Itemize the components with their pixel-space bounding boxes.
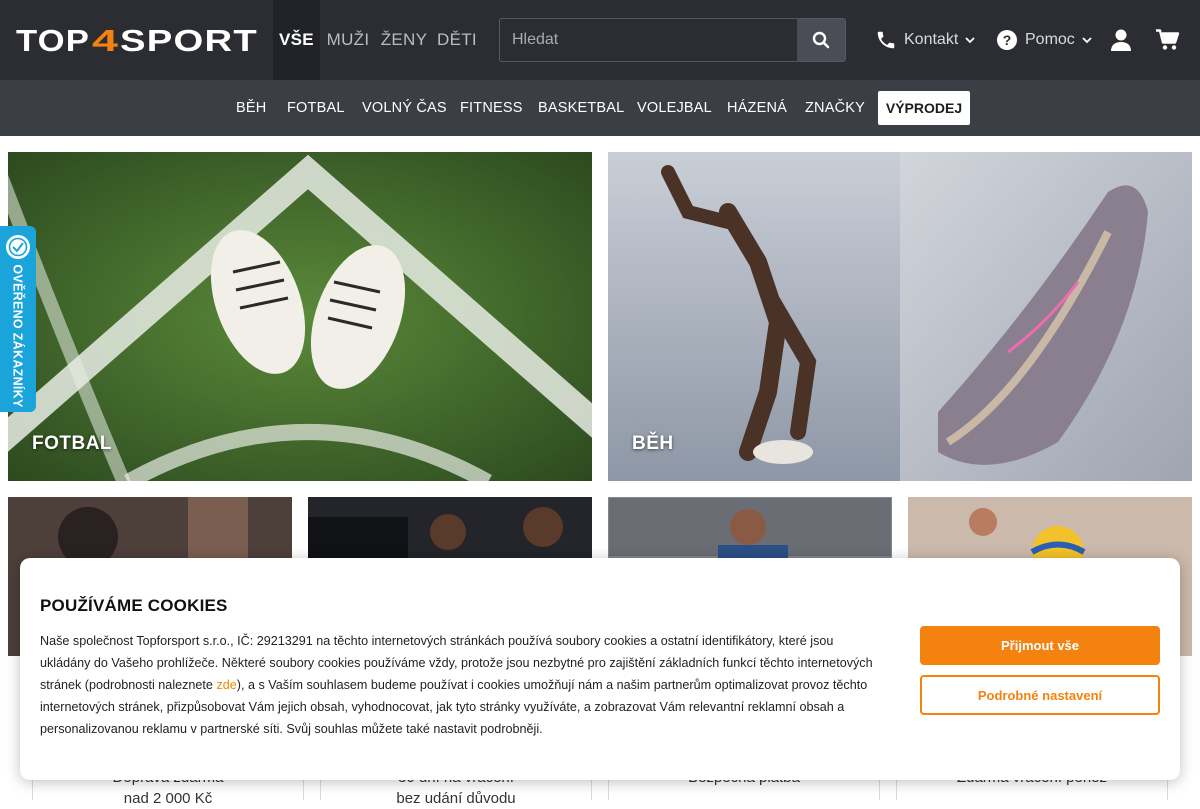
running-image (608, 152, 1192, 481)
nav-item-leisure[interactable]: VOLNÝ ČAS (362, 80, 447, 136)
search-input[interactable] (500, 19, 798, 61)
cart-button[interactable] (1156, 0, 1180, 80)
nav-item-sale[interactable]: VÝPRODEJ (878, 91, 970, 125)
gender-tab-women[interactable]: ŽENY (380, 0, 428, 80)
heureka-icon (6, 235, 30, 259)
gender-tab-men[interactable]: MUŽI (324, 0, 372, 80)
benefit-line: nad 2 000 Kč (123, 790, 213, 807)
svg-text:SPORT: SPORT (120, 25, 258, 55)
top4sport-logo[interactable]: TOP 4 SPORT (16, 25, 258, 55)
top-header: TOP 4 SPORT VŠE MUŽI ŽENY DĚTI Kontakt ?… (0, 0, 1200, 80)
contact-label: Kontakt (904, 31, 959, 48)
nav-item-brands[interactable]: ZNAČKY (805, 80, 865, 136)
chevron-down-icon (1082, 36, 1092, 43)
nav-item-football[interactable]: FOTBAL (287, 80, 345, 136)
accept-all-button[interactable]: Přijmout vše (920, 626, 1160, 665)
search-icon (812, 31, 830, 49)
user-icon (1111, 29, 1131, 51)
search-button[interactable] (797, 19, 845, 61)
help-menu[interactable]: ? Pomoc (997, 0, 1092, 80)
gender-tab-kids[interactable]: DĚTI (436, 0, 478, 80)
contact-menu[interactable]: Kontakt (875, 0, 975, 80)
verified-customers-badge[interactable]: OVĚŘENO ZÁKAZNÍKY (0, 226, 36, 412)
help-icon: ? (997, 30, 1017, 50)
account-button[interactable] (1111, 0, 1131, 80)
chevron-down-icon (965, 36, 975, 43)
phone-icon (877, 31, 895, 49)
detailed-settings-button[interactable]: Podrobné nastavení (920, 675, 1160, 715)
nav-item-fitness[interactable]: FITNESS (460, 80, 523, 136)
benefit-line: bez udání důvodu (396, 790, 516, 807)
tile-label-running: BĚH (632, 433, 674, 454)
football-boots-image (8, 152, 592, 481)
nav-item-handball[interactable]: HÁZENÁ (727, 80, 787, 136)
cookie-title: POUŽÍVÁME COOKIES (40, 596, 228, 615)
svg-text:4: 4 (92, 25, 119, 55)
cookie-details-link[interactable]: zde (216, 678, 236, 692)
nav-item-basketball[interactable]: BASKETBAL (538, 80, 624, 136)
svg-text:?: ? (1003, 32, 1012, 48)
badge-text-wrap: OVĚŘENO ZÁKAZNÍKY (0, 264, 36, 408)
svg-text:TOP: TOP (16, 25, 90, 55)
cookie-text: Naše společnost Topforsport s.r.o., IČ: … (40, 630, 886, 740)
cookie-banner: POUŽÍVÁME COOKIES Naše společnost Topfor… (20, 558, 1180, 780)
help-label: Pomoc (1025, 31, 1075, 48)
category-nav: BĚH FOTBAL VOLNÝ ČAS FITNESS BASKETBAL V… (0, 80, 1200, 136)
search-box (499, 18, 846, 62)
gender-tab-all[interactable]: VŠE (273, 0, 320, 80)
badge-label: OVĚŘENO ZÁKAZNÍKY (11, 264, 25, 408)
nav-item-running[interactable]: BĚH (236, 80, 266, 136)
category-tile-running[interactable]: BĚH (608, 152, 1192, 481)
nav-item-volleyball[interactable]: VOLEJBAL (637, 80, 712, 136)
cart-icon (1156, 29, 1180, 50)
tile-label-football: FOTBAL (32, 433, 113, 454)
category-tile-football[interactable]: FOTBAL (8, 152, 592, 481)
